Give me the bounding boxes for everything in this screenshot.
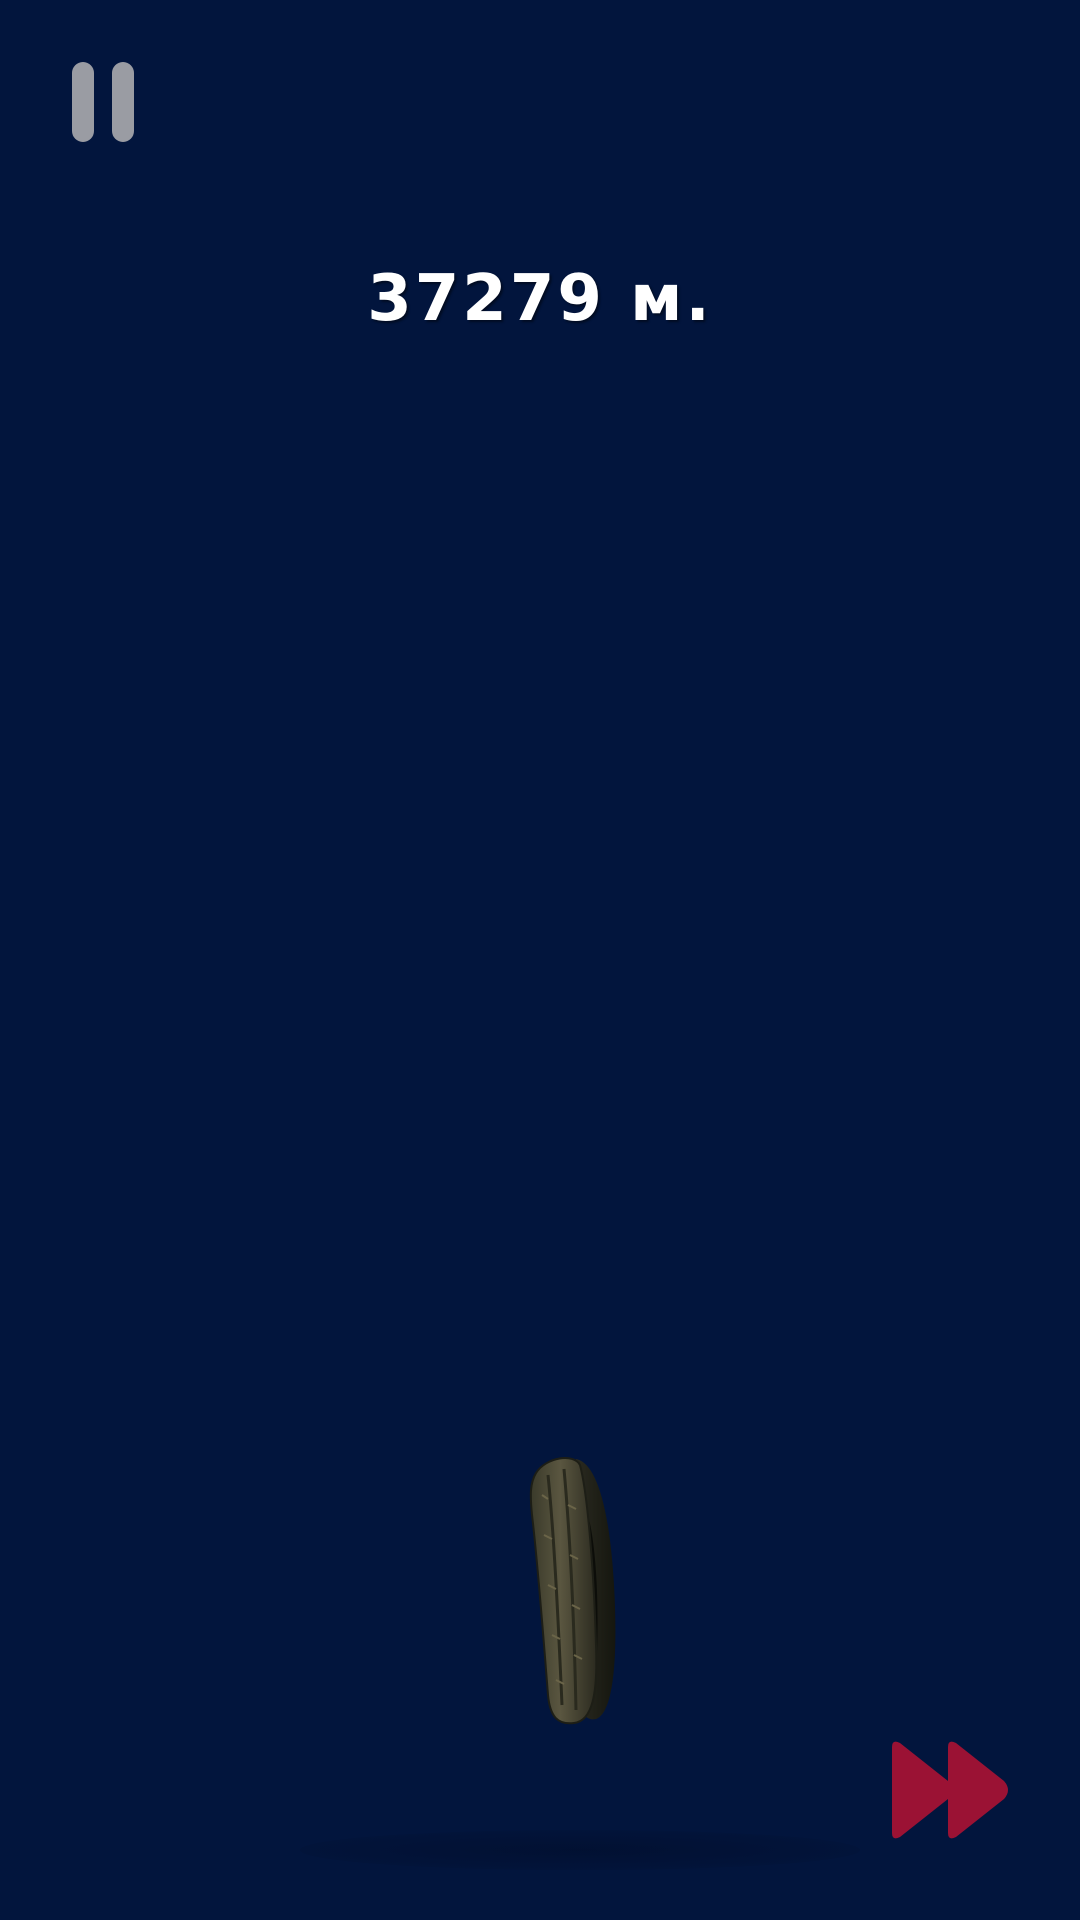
pause-bar-right	[112, 62, 134, 142]
pause-button[interactable]	[70, 62, 136, 144]
floor-shadow	[300, 1830, 860, 1870]
pause-bar-left	[72, 62, 94, 142]
distance-counter: 37279 м.	[367, 262, 713, 336]
fast-forward-button[interactable]	[884, 1737, 1016, 1843]
game-screen: 37279 м.	[0, 0, 1080, 1920]
fast-forward-icon	[892, 1741, 1008, 1839]
tire-sprite	[529, 1457, 616, 1725]
